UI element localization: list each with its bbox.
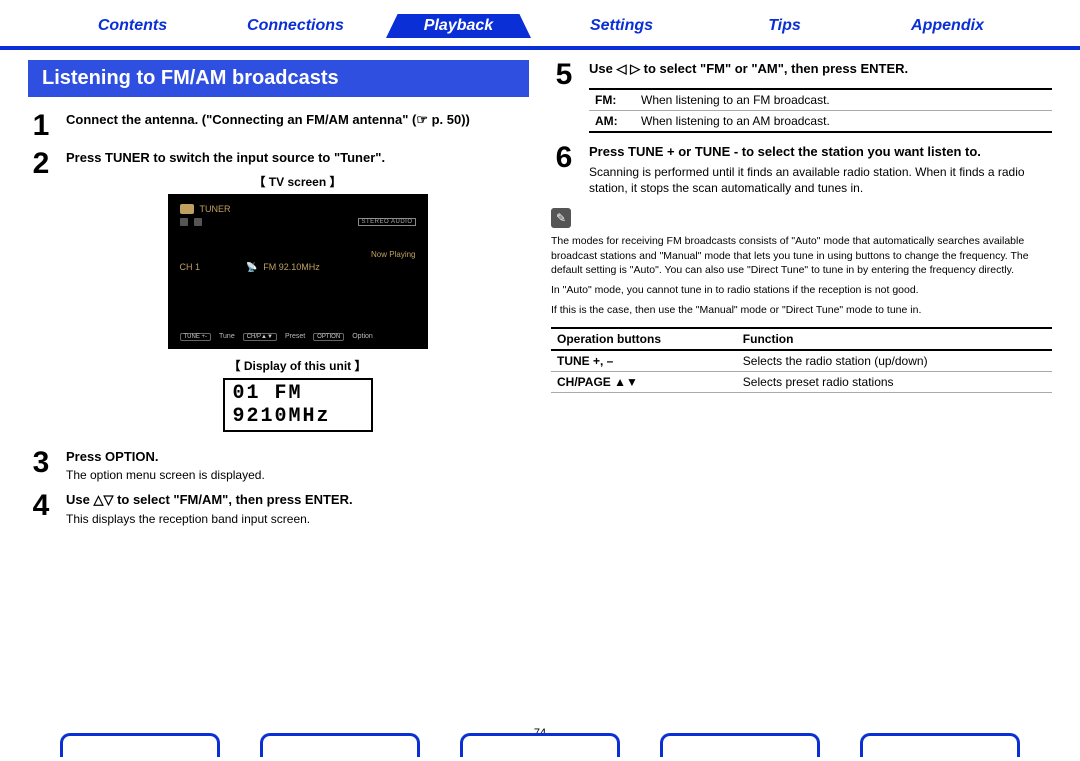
note-paragraph-3: If this is the case, then use the "Manua… [551, 303, 1052, 317]
step-num-2: 2 [28, 149, 54, 440]
footer-decoration [0, 733, 1080, 757]
tab-connections[interactable]: Connections [223, 14, 368, 38]
step-3-sub: The option menu screen is displayed. [66, 467, 529, 483]
step-1: 1 Connect the antenna. ("Connecting an F… [28, 111, 529, 141]
step-num-5: 5 [551, 60, 577, 133]
step-4: 4 Use △▽ to select "FM/AM", then press E… [28, 491, 529, 527]
note-paragraph-2: In "Auto" mode, you cannot tune in to ra… [551, 283, 1052, 297]
note-paragraph-1: The modes for receiving FM broadcasts co… [551, 234, 1052, 277]
unit-display: 01 FM 9210MHz [223, 378, 373, 432]
tv-stereo-badge: STEREO AUDIO [358, 218, 415, 226]
section-title: Listening to FM/AM broadcasts [28, 60, 529, 97]
radio-icon [180, 204, 194, 214]
am-label: AM: [595, 114, 641, 128]
tab-settings[interactable]: Settings [549, 14, 694, 38]
footer-curve [60, 733, 220, 757]
op-r1-function: Selects the radio station (up/down) [737, 350, 1052, 372]
step-3-head: Press OPTION. [66, 448, 529, 466]
tv-lbl-option: Option [352, 333, 373, 341]
tv-btn-option: OPTION [313, 333, 344, 341]
tab-tips[interactable]: Tips [712, 14, 857, 38]
tv-btn-chpage: CH/P▲▼ [243, 333, 277, 341]
op-th-function: Function [737, 328, 1052, 350]
footer-curve [260, 733, 420, 757]
footer-curve [660, 733, 820, 757]
tv-screen-illustration: TUNER STEREO AUDIO Now Playing CH 1 📡 FM… [168, 194, 428, 349]
dim-icon [180, 218, 188, 226]
unit-display-label: 【 Display of this unit 】 [66, 357, 529, 374]
operation-buttons-table: Operation buttons Function TUNE +, – Sel… [551, 327, 1052, 393]
tv-channel: CH 1 [180, 262, 201, 272]
footer-curve [460, 733, 620, 757]
tv-lbl-tune: Tune [219, 333, 235, 341]
step-6: 6 Press TUNE + or TUNE - to select the s… [551, 143, 1052, 197]
step-1-head: Connect the antenna. ("Connecting an FM/… [66, 111, 529, 129]
page-body: Listening to FM/AM broadcasts 1 Connect … [0, 50, 1080, 535]
top-nav: Contents Connections Playback Settings T… [0, 0, 1080, 50]
right-column: 5 Use ◁ ▷ to select "FM" or "AM", then p… [551, 60, 1052, 535]
fm-desc: When listening to an FM broadcast. [641, 93, 830, 107]
step-5-head: Use ◁ ▷ to select "FM" or "AM", then pre… [589, 60, 1052, 78]
tab-playback[interactable]: Playback [386, 14, 531, 38]
footer-curve [860, 733, 1020, 757]
step-2: 2 Press TUNER to switch the input source… [28, 149, 529, 440]
am-desc: When listening to an AM broadcast. [641, 114, 830, 128]
step-num-4: 4 [28, 491, 54, 527]
op-r2-buttons: CH/PAGE ▲▼ [551, 372, 737, 393]
tv-screen-label: 【 TV screen 】 [66, 173, 529, 190]
tv-btn-tune: TUNE +- [180, 333, 212, 341]
step-num-1: 1 [28, 111, 54, 141]
tv-tuner-label: TUNER [200, 204, 231, 214]
op-r1-buttons: TUNE +, – [551, 350, 737, 372]
tab-appendix[interactable]: Appendix [875, 14, 1020, 38]
op-th-buttons: Operation buttons [551, 328, 737, 350]
step-6-head: Press TUNE + or TUNE - to select the sta… [589, 143, 1052, 161]
step-4-head: Use △▽ to select "FM/AM", then press ENT… [66, 491, 529, 509]
tab-contents[interactable]: Contents [60, 14, 205, 38]
tv-lbl-preset: Preset [285, 333, 305, 341]
op-r2-function: Selects preset radio stations [737, 372, 1052, 393]
unit-line1: 01 FM [233, 382, 363, 405]
step-4-sub: This displays the reception band input s… [66, 511, 529, 527]
tv-frequency: FM 92.10MHz [263, 262, 320, 272]
left-column: Listening to FM/AM broadcasts 1 Connect … [28, 60, 529, 535]
dim-icon [194, 218, 202, 226]
step-num-6: 6 [551, 143, 577, 197]
note-icon: ✎ [551, 208, 571, 228]
step-num-3: 3 [28, 448, 54, 484]
fm-label: FM: [595, 93, 641, 107]
step-2-head: Press TUNER to switch the input source t… [66, 149, 529, 167]
step-3: 3 Press OPTION. The option menu screen i… [28, 448, 529, 484]
step-5: 5 Use ◁ ▷ to select "FM" or "AM", then p… [551, 60, 1052, 133]
unit-line2: 9210MHz [233, 405, 363, 428]
tv-now-playing: Now Playing [371, 250, 415, 259]
step-6-sub: Scanning is performed until it finds an … [589, 164, 1052, 196]
